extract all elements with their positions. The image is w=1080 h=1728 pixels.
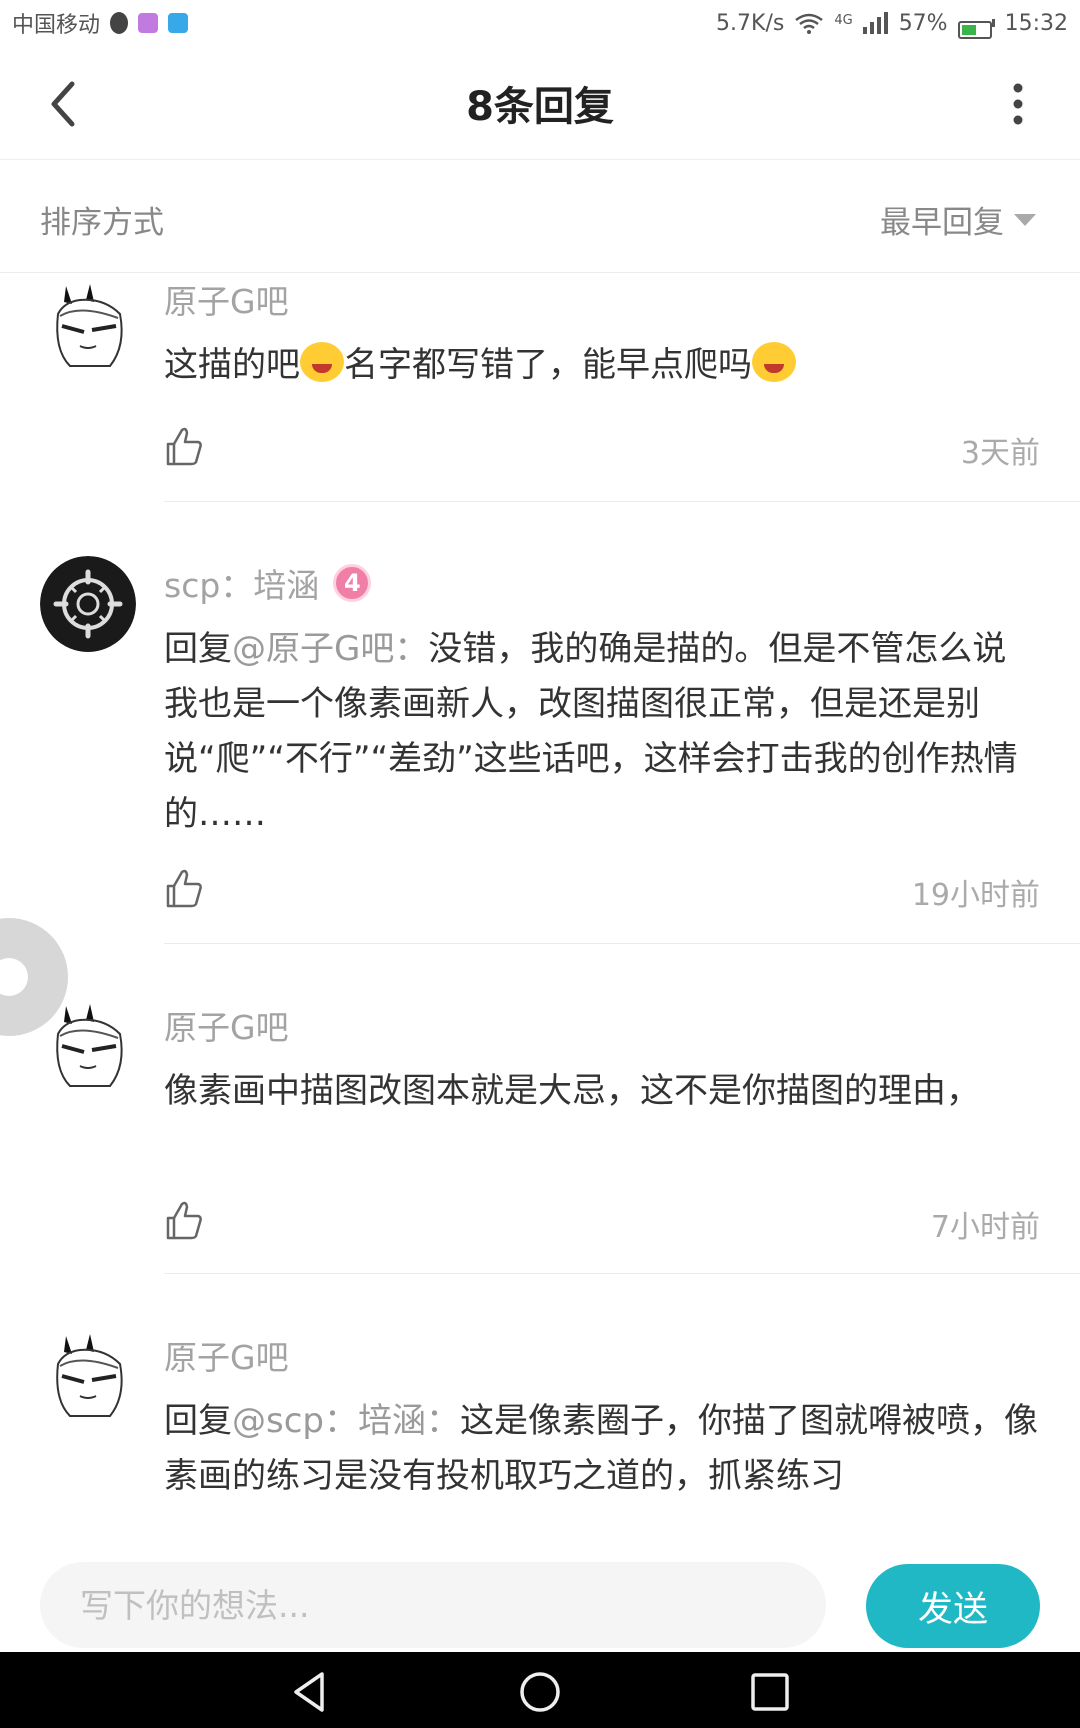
laughing-emoji-icon [300,342,344,382]
message-icon [168,13,189,33]
comment-item: scp：培涵 4 回复@原子G吧：没错，我的确是描的。但是不管怎么说我也是一个像… [0,502,1080,944]
comment-content: 原子G吧 这描的吧 名字都写错了，能早点爬吗 [164,274,1040,393]
comment-actions: 7小时前 [164,1198,1040,1248]
net-speed: 5.7K/s [716,10,785,36]
vertical-dots-icon[interactable] [1006,76,1030,132]
status-bar: 中国移动 5.7K/s 4G 57% 15:32 [0,0,1080,46]
clock: 15:32 [1004,10,1068,36]
reply-input[interactable] [40,1562,826,1648]
qq-icon [110,12,129,34]
username-text: 原子G吧 [164,1338,289,1377]
send-button[interactable]: 发送 [866,1564,1040,1648]
comment-time: 19小时前 [911,878,1040,913]
comment-text-part: 这描的吧 [164,345,300,385]
comment-username[interactable]: 原子G吧 [164,1330,1040,1380]
avatar[interactable] [40,556,136,652]
status-bar-left: 中国移动 [12,7,189,39]
gallery-icon [138,13,159,33]
reply-prefix: 回复 [164,629,232,669]
username-text: 原子G吧 [164,282,289,321]
mention-link[interactable]: @scp：培涵： [232,1401,460,1441]
sort-dropdown[interactable]: 最早回复 [880,197,1036,242]
comment-item: 原子G吧 回复@scp：培涵：这是像素圈子，你描了图就嘚被喷，像素画的练习是没有… [0,1274,1080,1516]
comment-body: 回复@原子G吧：没错，我的确是描的。但是不管怎么说我也是一个像素画新人，改图描图… [164,622,1040,842]
username-text: 原子G吧 [164,1008,289,1047]
comment-content: scp：培涵 4 回复@原子G吧：没错，我的确是描的。但是不管怎么说我也是一个像… [164,558,1040,842]
comment-username[interactable]: 原子G吧 [164,274,1040,324]
status-bar-right: 5.7K/s 4G 57% 15:32 [716,7,1068,39]
title-bar: 8条回复 [0,46,1080,160]
signal-icon [862,12,888,34]
thumbs-up-icon[interactable] [164,424,204,468]
sort-selected-value: 最早回复 [880,205,1004,241]
comment-body: 像素画中描图改图本就是大忌，这不是你描图的理由， [164,1064,1040,1119]
comment-text-part: 名字都写错了，能早点爬吗 [344,345,752,385]
avatar[interactable] [40,1330,136,1426]
carrier-name: 中国移动 [12,13,101,38]
signal-type: 4G [834,13,853,28]
comment-body: 回复@scp：培涵：这是像素圈子，你描了图就嘚被喷，像素画的练习是没有投机取巧之… [164,1394,1040,1504]
thumbs-up-icon[interactable] [164,1198,204,1242]
comment-item: 原子G吧 这描的吧 名字都写错了，能早点爬吗 3天前 [0,274,1080,502]
system-nav-bar [0,1652,1080,1728]
comment-username[interactable]: 原子G吧 [164,1000,1040,1050]
laughing-emoji-icon [752,342,796,382]
comment-actions: 19小时前 [164,866,1040,916]
reply-prefix: 回复 [164,1401,232,1441]
battery-percent: 57% [898,10,948,36]
caret-down-icon [1014,213,1036,226]
comment-list[interactable]: 原子G吧 这描的吧 名字都写错了，能早点爬吗 3天前 scp：培涵 4 回复@原… [0,274,1080,1516]
level-badge: 4 [333,564,372,602]
home-circle-icon[interactable] [518,1670,562,1714]
comment-time: 7小时前 [930,1210,1040,1245]
comment-item: 原子G吧 像素画中描图改图本就是大忌，这不是你描图的理由， 7小时前 [0,944,1080,1274]
thumbs-up-icon[interactable] [164,866,204,910]
page-title: 8条回复 [466,84,614,130]
username-text: scp：培涵 [164,566,320,605]
comment-content: 原子G吧 回复@scp：培涵：这是像素圈子，你描了图就嘚被喷，像素画的练习是没有… [164,1330,1040,1504]
mention-link[interactable]: @原子G吧： [232,629,428,669]
comment-content: 原子G吧 像素画中描图改图本就是大忌，这不是你描图的理由， [164,1000,1040,1119]
sort-label: 排序方式 [40,205,164,241]
comment-body: 这描的吧 名字都写错了，能早点爬吗 [164,338,1040,393]
sort-bar: 排序方式 最早回复 [0,161,1080,273]
battery-icon [957,7,995,39]
comment-actions: 3天前 [164,424,1040,474]
comment-text: 像素画中描图改图本就是大忌，这不是你描图的理由， [164,1071,980,1111]
avatar[interactable] [40,280,136,376]
wifi-icon [795,13,824,34]
reply-composer: 发送 [0,1546,1080,1652]
comment-username[interactable]: scp：培涵 4 [164,558,1040,608]
back-triangle-icon[interactable] [288,1670,332,1714]
recents-square-icon[interactable] [748,1670,792,1714]
comment-time: 3天前 [960,436,1040,471]
